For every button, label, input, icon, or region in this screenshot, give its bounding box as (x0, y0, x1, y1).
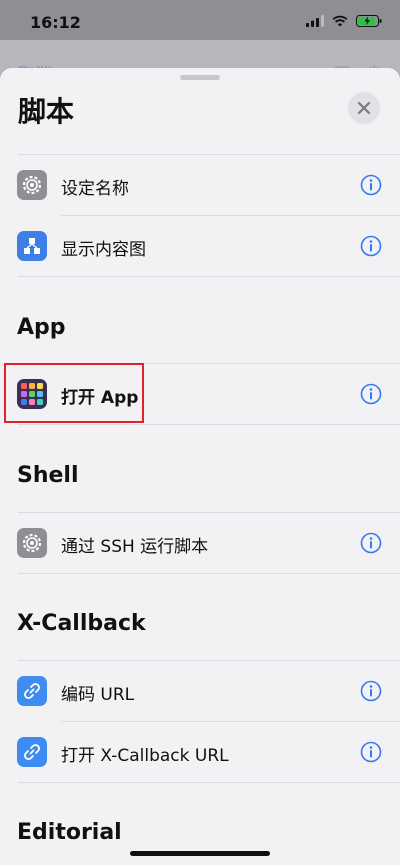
list-item-open-x-callback-url[interactable]: 打开 X-Callback URL (0, 722, 400, 782)
divider (18, 276, 400, 277)
link-icon (17, 676, 47, 706)
sheet-title: 脚本 (18, 95, 75, 128)
info-icon[interactable] (360, 235, 382, 257)
list-item-set-name[interactable]: 设定名称 (0, 155, 400, 215)
list-item-label: 编码 URL (61, 685, 135, 705)
section-header-app: App (17, 315, 66, 340)
info-icon[interactable] (360, 174, 382, 196)
divider (18, 424, 400, 425)
divider (18, 782, 400, 783)
link-icon (17, 737, 47, 767)
signal-icon (306, 15, 324, 27)
list-item-encode-url[interactable]: 编码 URL (0, 661, 400, 721)
section-header-shell: Shell (17, 463, 79, 488)
divider (18, 573, 400, 574)
scripting-sheet: 脚本 设定名称 显示内容图 App 打开 App Shell 通过 SSH 运行… (0, 68, 400, 865)
content-graph-icon (17, 231, 47, 261)
info-icon[interactable] (360, 741, 382, 763)
list-item-label: 通过 SSH 运行脚本 (61, 537, 209, 557)
list-item-label: 设定名称 (61, 179, 129, 199)
wifi-icon (332, 15, 348, 27)
status-time: 16:12 (30, 13, 81, 32)
highlight-box (4, 363, 144, 423)
close-button[interactable] (348, 92, 380, 124)
info-icon[interactable] (360, 532, 382, 554)
gear-icon (17, 528, 47, 558)
info-icon[interactable] (360, 680, 382, 702)
sheet-grabber[interactable] (180, 75, 220, 80)
home-indicator (130, 851, 270, 856)
list-item-show-content-graph[interactable]: 显示内容图 (0, 216, 400, 276)
section-header-editorial: Editorial (17, 820, 122, 845)
gear-icon (17, 170, 47, 200)
list-item-label: 打开 X-Callback URL (61, 746, 229, 766)
battery-charging-icon (356, 15, 382, 27)
status-icons (306, 15, 382, 27)
close-icon (357, 101, 371, 115)
list-item-label: 显示内容图 (61, 240, 146, 260)
list-item-run-script-over-ssh[interactable]: 通过 SSH 运行脚本 (0, 513, 400, 573)
shortcuts-screen: 16:12 取消 下一步 脚本 (0, 0, 400, 865)
section-header-x-callback: X-Callback (17, 611, 146, 636)
info-icon[interactable] (360, 383, 382, 405)
